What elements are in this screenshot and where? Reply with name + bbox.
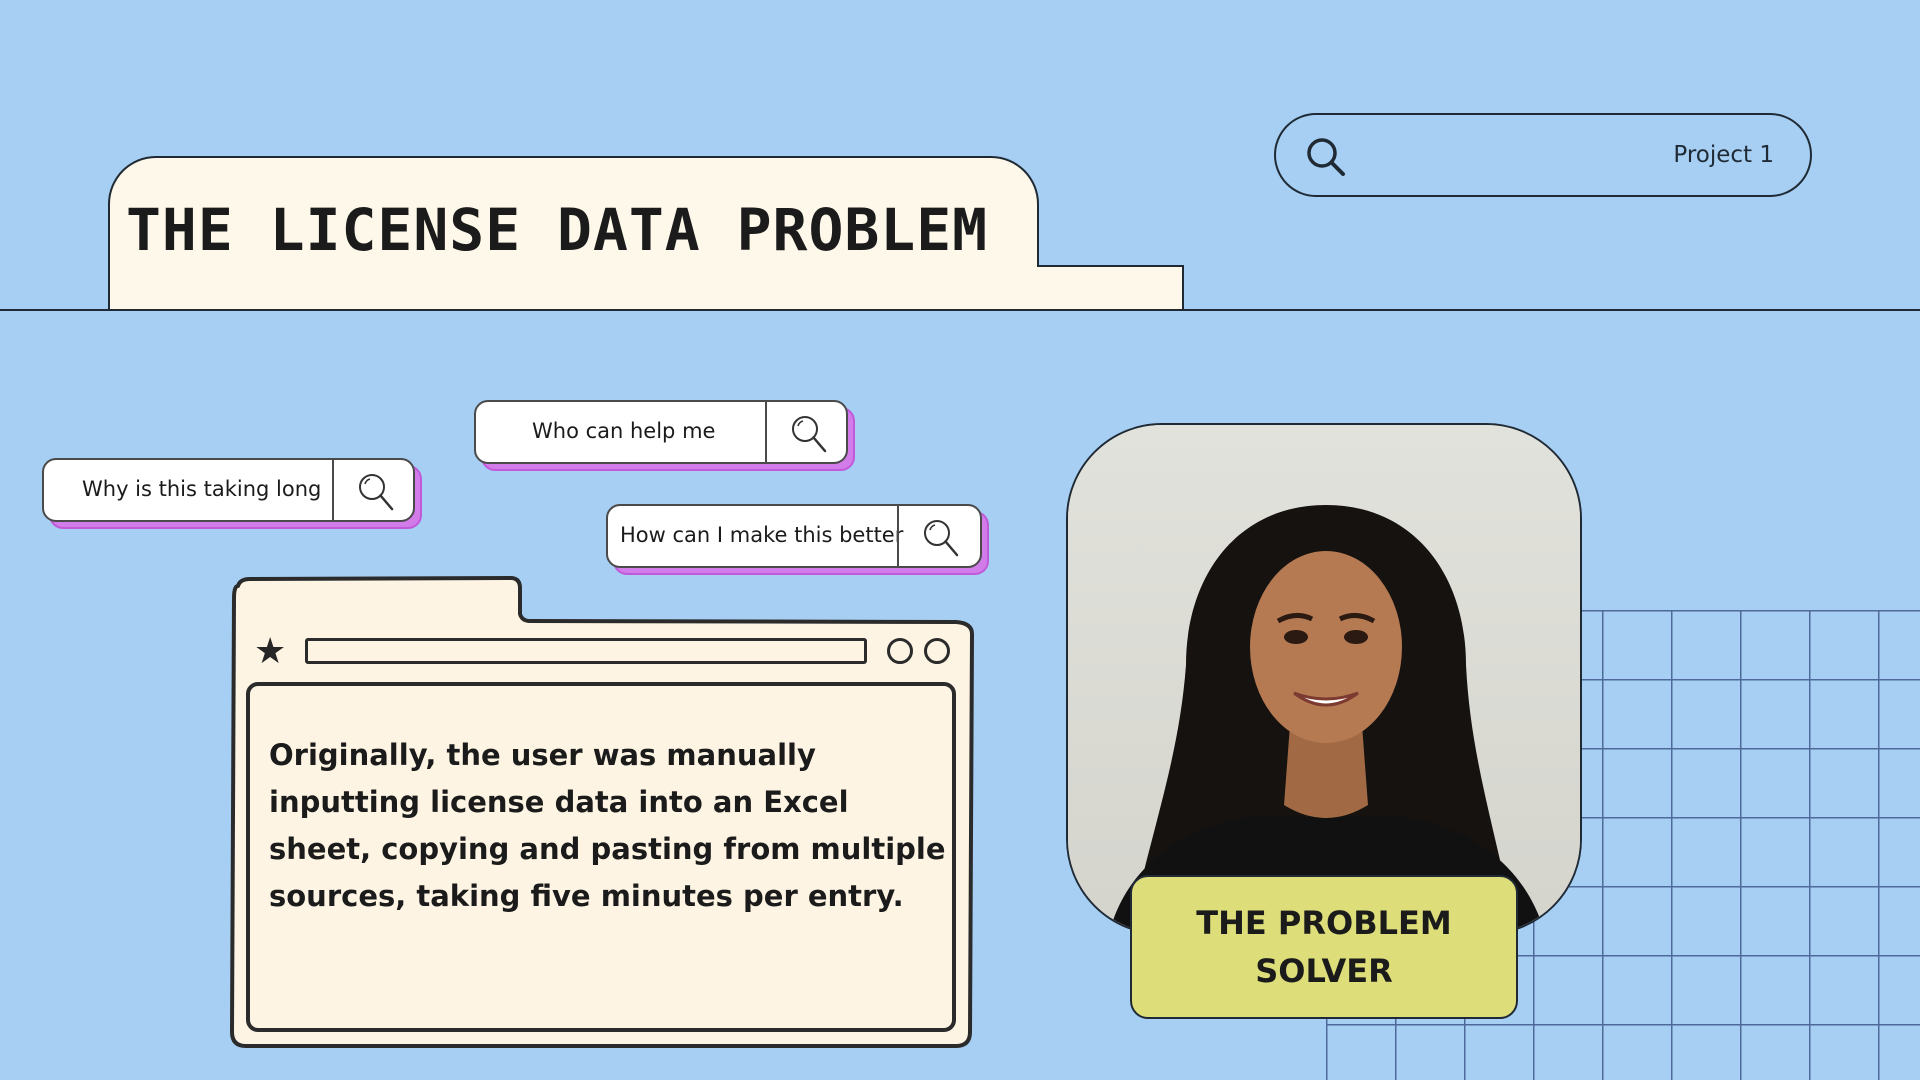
magnifier-icon [359,474,394,511]
chip-body: Who can help me [474,400,848,464]
header-divider [0,309,1920,311]
search-chip-better[interactable]: How can I make this better [606,504,989,575]
chip-label: Why is this taking long [82,477,322,501]
magnifier-icon [924,520,959,557]
problem-solver-tag: THE PROBLEM SOLVER [1130,875,1518,1019]
chip-body: How can I make this better [606,504,982,568]
search-label: Project 1 [1673,142,1774,168]
address-bar [305,638,867,664]
search-chip-slow[interactable]: Why is this taking long [42,458,422,529]
search-chip-help[interactable]: Who can help me [474,400,855,471]
project-search-bar[interactable]: Project 1 [1274,113,1812,197]
portrait-photo [1066,423,1582,935]
card-body-text: Originally, the user was manually inputt… [269,738,946,913]
window-control-dot [887,638,913,664]
portrait-illustration [1068,425,1580,933]
window-control-dot [924,638,950,664]
star-icon: ★ [254,631,287,672]
page-title: THE LICENSE DATA PROBLEM [126,196,989,264]
chip-body: Why is this taking long [42,458,415,522]
chip-label: How can I make this better [620,523,904,547]
chip-divider [765,402,767,462]
magnifier-icon [792,416,827,453]
browser-window-card: ★ Originally, the user was manually inpu… [228,576,974,1048]
chip-divider [897,506,899,566]
chip-label: Who can help me [532,419,716,443]
search-icon [1307,138,1345,176]
title-tab-step [1037,265,1184,311]
chip-divider [332,460,334,520]
